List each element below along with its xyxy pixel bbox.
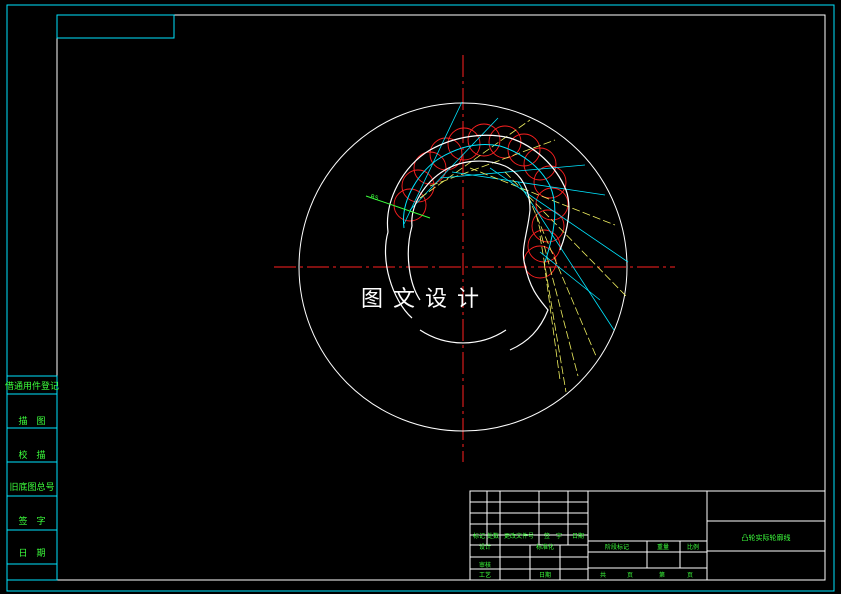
stamp-label: 描 图 xyxy=(18,415,45,427)
construction-ray xyxy=(535,213,579,377)
stage-header: 重量 xyxy=(657,543,669,551)
stamp-label: 借通用件登记 xyxy=(5,380,59,392)
stage-header: 比例 xyxy=(687,543,699,551)
cam-actual-profile xyxy=(386,134,570,251)
roller-circle xyxy=(533,165,567,199)
drawing-title: 凸轮实际轮廓线 xyxy=(742,533,791,542)
revision-header: 标记 xyxy=(473,532,485,540)
construction-ray xyxy=(543,261,561,381)
stamp-label: 旧底图总号 xyxy=(9,481,54,493)
stamp-label: 日 期 xyxy=(18,548,45,559)
construction-ray xyxy=(419,119,531,199)
sheet-label: 第 xyxy=(659,571,665,579)
sheet-label: 页 xyxy=(687,572,693,579)
sheet-label: 页 xyxy=(627,572,633,579)
top-left-code-box xyxy=(56,14,175,39)
role-label: 设计 xyxy=(479,543,491,551)
revision-header: 处数 xyxy=(487,532,499,540)
revision-header: 日期 xyxy=(572,532,584,540)
stamp-label: 校 描 xyxy=(18,449,45,461)
radius-dimension-label: R5 xyxy=(369,193,379,202)
role-label: 审核 xyxy=(479,561,491,569)
revision-header: 更改文件号 xyxy=(504,532,534,540)
role-label: 工艺 xyxy=(479,571,491,579)
side-stamps: 借通用件登记 描 图 校 描 旧底图总号 签 字 日 期 xyxy=(5,375,59,581)
roller-circle xyxy=(447,127,481,161)
cam-drawing: R5 图文设计 xyxy=(274,55,675,462)
title-block: 标记 处数 更改文件号 签 字 日期 设计 标准化 审核 工艺 日期 阶段标记 … xyxy=(469,490,826,581)
stamp-label: 签 字 xyxy=(18,515,45,527)
construction-ray xyxy=(439,164,586,179)
role-label: 日期 xyxy=(539,571,551,579)
construction-ray xyxy=(527,195,597,357)
sheet-label: 共 xyxy=(600,571,606,579)
construction-ray xyxy=(517,181,615,331)
role-label: 标准化 xyxy=(536,543,554,551)
drawing-svg: 借通用件登记 描 图 校 描 旧底图总号 签 字 日 期 标记 处数 更改文件号… xyxy=(5,4,835,592)
stage-header: 阶段标记 xyxy=(605,543,629,551)
cam-inner-profile xyxy=(411,160,531,266)
roller-circle xyxy=(401,169,435,203)
construction-ray xyxy=(539,251,601,301)
revision-header: 签 字 xyxy=(544,532,562,540)
roller-circles xyxy=(393,123,569,279)
construction-ray xyxy=(489,167,629,263)
watermark-text: 图文设计 xyxy=(361,287,489,312)
cad-drawing-canvas: 借通用件登记 描 图 校 描 旧底图总号 签 字 日 期 标记 处数 更改文件号… xyxy=(0,0,841,594)
